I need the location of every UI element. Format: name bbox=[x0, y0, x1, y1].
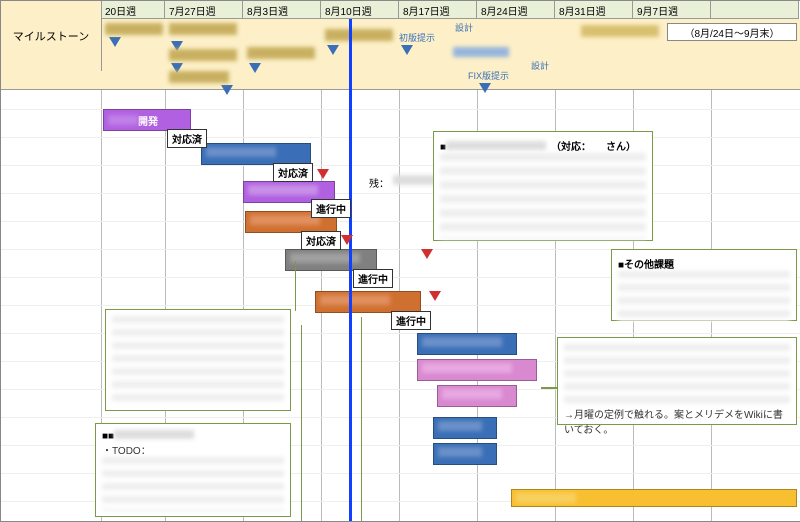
note-callout[interactable]: →月曜の定例で触れる。案とメリデメをWikiに書いておく。 bbox=[557, 337, 797, 425]
date-range-input[interactable] bbox=[667, 23, 797, 41]
note-title: （対応： さん） bbox=[556, 142, 636, 153]
alert-marker-icon bbox=[429, 291, 441, 301]
note-callout[interactable] bbox=[105, 309, 291, 411]
milestone-text-blur bbox=[247, 47, 315, 59]
today-line bbox=[349, 19, 352, 521]
milestone-callout-1b: 初版提示 bbox=[399, 31, 443, 44]
note-leader bbox=[301, 325, 302, 521]
milestone-text-blur bbox=[581, 25, 659, 37]
note-line: ・TODO： bbox=[102, 442, 284, 457]
week-header: 8月24日週 bbox=[477, 1, 555, 19]
note-remaining-label: 残： bbox=[369, 175, 389, 190]
milestone-marker-icon bbox=[249, 63, 261, 73]
milestone-text-blur bbox=[169, 71, 229, 83]
milestone-text-blur bbox=[169, 49, 237, 61]
milestone-row-label: マイルストーン bbox=[1, 1, 102, 71]
task-bar[interactable] bbox=[285, 249, 377, 271]
milestone-marker-icon bbox=[221, 85, 233, 95]
task-bar[interactable] bbox=[201, 143, 311, 165]
week-header: 8月31日週 bbox=[555, 1, 633, 19]
status-badge-progress: 進行中 bbox=[391, 311, 431, 330]
note-callout[interactable]: ■■ ・TODO： bbox=[95, 423, 291, 517]
alert-marker-icon bbox=[317, 169, 329, 179]
gridline-h bbox=[1, 221, 800, 222]
task-bar[interactable] bbox=[315, 291, 421, 313]
task-bar[interactable] bbox=[511, 489, 797, 507]
milestone-marker-icon bbox=[327, 45, 339, 55]
note-leader bbox=[361, 317, 362, 521]
week-header: 20日週 bbox=[101, 1, 165, 19]
week-header bbox=[711, 1, 799, 19]
week-header-row: 20日週 7月27日週 8月3日週 8月10日週 8月17日週 8月24日週 8… bbox=[1, 1, 799, 19]
milestone-marker-icon bbox=[109, 37, 121, 47]
milestone-text-blur bbox=[453, 47, 509, 57]
note-callout[interactable]: ■その他課題 bbox=[611, 249, 797, 321]
alert-marker-icon bbox=[341, 235, 353, 245]
gridline-h bbox=[1, 165, 800, 166]
task-bar[interactable] bbox=[433, 443, 497, 465]
status-badge-done: 対応済 bbox=[273, 163, 313, 182]
task-bar[interactable] bbox=[417, 333, 517, 355]
note-leader bbox=[541, 387, 557, 389]
milestone-marker-icon bbox=[401, 45, 413, 55]
gridline-h bbox=[1, 137, 800, 138]
status-badge-progress: 進行中 bbox=[353, 269, 393, 288]
task-bar[interactable] bbox=[433, 417, 497, 439]
status-badge-progress: 進行中 bbox=[311, 199, 351, 218]
note-leader bbox=[295, 261, 296, 311]
week-header: 8月17日週 bbox=[399, 1, 477, 19]
alert-marker-icon bbox=[421, 249, 433, 259]
task-bar[interactable]: 開発 bbox=[103, 109, 191, 131]
task-bar[interactable] bbox=[417, 359, 537, 381]
note-title: ■その他課題 bbox=[618, 256, 790, 271]
gridline-h bbox=[1, 193, 800, 194]
milestone-marker-icon bbox=[479, 83, 491, 93]
week-header: 8月10日週 bbox=[321, 1, 399, 19]
week-header: 9月7日週 bbox=[633, 1, 711, 19]
note-callout[interactable]: ■ （対応： さん） bbox=[433, 131, 653, 241]
week-header: 7月27日週 bbox=[165, 1, 243, 19]
status-badge-done: 対応済 bbox=[167, 129, 207, 148]
status-badge-done: 対応済 bbox=[301, 231, 341, 250]
milestone-text-blur bbox=[325, 29, 393, 41]
week-header: 8月3日週 bbox=[243, 1, 321, 19]
gantt-chart: 20日週 7月27日週 8月3日週 8月10日週 8月17日週 8月24日週 8… bbox=[0, 0, 800, 522]
task-bar[interactable] bbox=[437, 385, 517, 407]
milestone-text-blur bbox=[169, 23, 237, 35]
note-footer: →月曜の定例で触れる。案とメリデメをWikiに書いておく。 bbox=[564, 406, 790, 436]
milestone-text-blur bbox=[105, 23, 163, 35]
task-label: 開発 bbox=[138, 117, 158, 128]
milestone-callout-2b: FIX版提示 bbox=[449, 69, 509, 82]
